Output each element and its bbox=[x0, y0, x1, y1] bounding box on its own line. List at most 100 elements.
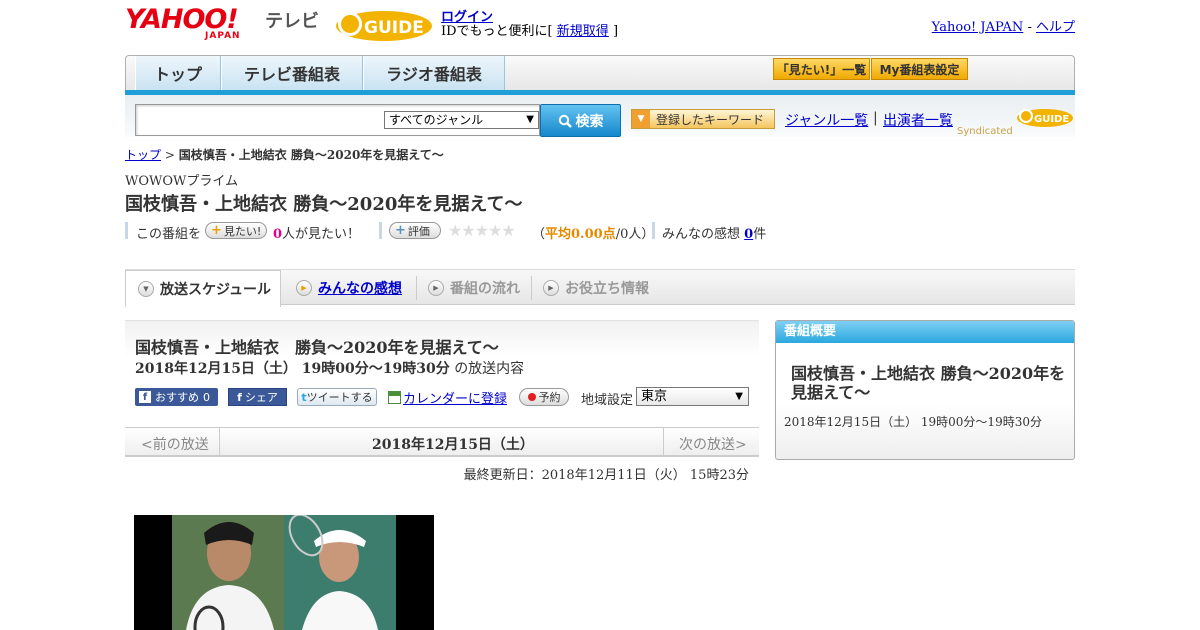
help-link[interactable]: ヘルプ bbox=[1036, 20, 1075, 35]
want-stat-prefix: この番組を bbox=[136, 227, 202, 242]
id-promo-text: IDでもっと便利に[ 新規取得 ] bbox=[441, 20, 618, 39]
yahoo-japan-logo[interactable]: YAHOO! JAPAN bbox=[125, 6, 263, 42]
gguide-small-logo-icon: GUIDE bbox=[1016, 109, 1073, 127]
want-to-watch-button[interactable]: + 見たい! bbox=[205, 222, 268, 239]
gguide-logo-text: GUIDE bbox=[364, 18, 424, 38]
want-list-button[interactable]: 「見たい!」一覧 bbox=[773, 58, 870, 80]
calendar-icon bbox=[388, 390, 401, 404]
yahoo-japan-link[interactable]: Yahoo! JAPAN bbox=[932, 20, 1024, 35]
schedule-title: 国枝慎吾・上地結衣 勝負～2020年を見据えて～ bbox=[135, 338, 499, 357]
previous-broadcast-link[interactable]: <前の放送 bbox=[141, 434, 209, 454]
breadcrumb-top-link[interactable]: トップ bbox=[125, 148, 161, 162]
tab-useful-info-label: お役立ち情報 bbox=[565, 281, 649, 297]
channel-name: WOWOWプライム bbox=[125, 174, 239, 189]
facebook-recommend-count: 0 bbox=[203, 390, 210, 404]
syndicated-gguide-badge: Syndicated GUIDE bbox=[957, 106, 1074, 137]
reserve-button[interactable]: 予約 bbox=[519, 388, 569, 406]
program-overview-heading: 番組概要 bbox=[776, 321, 1074, 343]
play-icon: ▶ bbox=[428, 280, 444, 296]
pager-separator bbox=[219, 428, 220, 456]
plus-icon: + bbox=[395, 223, 406, 238]
tab-reviews[interactable]: ▶ みんなの感想 bbox=[296, 270, 402, 306]
tab-program-flow-label: 番組の流れ bbox=[450, 281, 520, 297]
want-count-text: 0人が見たい！ bbox=[273, 223, 360, 242]
cast-list-link[interactable]: 出演者一覧 bbox=[883, 110, 953, 130]
add-to-calendar-link[interactable]: カレンダーに登録 bbox=[403, 388, 507, 407]
plus-icon: + bbox=[211, 223, 222, 238]
schedule-datetime-value: 2018年12月15日（土） 19時00分～19時30分 bbox=[135, 361, 450, 377]
tab-broadcast-schedule[interactable]: ▼ 放送スケジュール bbox=[125, 270, 281, 307]
reviews-label: みんなの感想 bbox=[662, 227, 741, 242]
breadcrumb-current: 国枝慎吾・上地結衣 勝負～2020年を見据えて～ bbox=[178, 148, 444, 162]
want-to-watch-label: 見たい! bbox=[223, 224, 262, 238]
reserve-button-label: 予約 bbox=[538, 391, 561, 404]
add-to-calendar[interactable]: カレンダーに登録 bbox=[388, 388, 507, 407]
tab-useful-info[interactable]: ▶ お役立ち情報 bbox=[543, 270, 649, 306]
header-links: Yahoo! JAPAN - ヘルプ bbox=[932, 16, 1075, 35]
chevron-down-icon: ▼ bbox=[526, 114, 534, 125]
average-rating-score: 平均0.00点 bbox=[545, 227, 616, 242]
facebook-recommend-button[interactable]: f おすすめ 0 bbox=[135, 388, 218, 406]
main-nav: トップ テレビ番組表 ラジオ番組表 「見たい!」一覧 My番組表設定 bbox=[125, 55, 1075, 95]
id-promo-pre: IDでもっと便利に[ bbox=[441, 24, 553, 39]
average-rating: （平均0.00点/0人） bbox=[532, 223, 654, 242]
rating-stars: ★★★★★ bbox=[448, 221, 516, 240]
nav-tab-top[interactable]: トップ bbox=[135, 56, 221, 90]
tv-label: テレビ bbox=[265, 11, 319, 32]
reviews-count-link[interactable]: 0 bbox=[744, 227, 753, 242]
page-title: 国枝慎吾・上地結衣 勝負～2020年を見据えて～ bbox=[125, 194, 523, 215]
next-broadcast-link[interactable]: 次の放送> bbox=[679, 434, 747, 454]
want-count: 0 bbox=[273, 227, 283, 242]
schedule-datetime: 2018年12月15日（土） 19時00分～19時30分 の放送内容 bbox=[135, 358, 524, 378]
gguide-small-logo-text: GUIDE bbox=[1034, 114, 1069, 125]
program-photo-image bbox=[134, 515, 434, 630]
nav-tab-radio-schedule[interactable]: ラジオ番組表 bbox=[363, 56, 505, 90]
registered-keywords-label: 登録したキーワード bbox=[656, 112, 765, 127]
facebook-icon: f bbox=[139, 391, 151, 403]
tab-separator bbox=[531, 276, 532, 300]
my-schedule-settings-button[interactable]: My番組表設定 bbox=[871, 58, 968, 80]
gguide-logo[interactable]: GUIDE bbox=[334, 6, 434, 42]
breadcrumb: トップ > 国枝慎吾・上地結衣 勝負～2020年を見据えて～ bbox=[125, 146, 444, 163]
play-icon: ▶ bbox=[543, 280, 559, 296]
average-rating-people: /0人） bbox=[615, 227, 655, 242]
stat-divider bbox=[652, 222, 655, 239]
dropdown-triangle-icon: ▼ bbox=[632, 110, 650, 128]
stat-divider bbox=[379, 222, 382, 239]
want-count-suffix: 人が見たい！ bbox=[282, 227, 361, 242]
search-icon bbox=[558, 114, 572, 128]
rate-button-label: 評価 bbox=[407, 224, 430, 238]
last-updated: 最終更新日：2018年12月11日（火） 15時23分 bbox=[463, 468, 749, 483]
reviews-stat: みんなの感想 0件 bbox=[662, 223, 766, 242]
pager-current-date: 2018年12月15日（土） bbox=[372, 437, 534, 453]
reviews-suffix: 件 bbox=[753, 227, 767, 242]
genre-select[interactable]: すべてのジャンル ▼ bbox=[384, 111, 539, 129]
tweet-button[interactable]: t ツイートする bbox=[297, 388, 377, 406]
region-select-value: 東京 bbox=[641, 389, 668, 404]
nav-tab-tv-schedule[interactable]: テレビ番組表 bbox=[221, 56, 363, 90]
tab-program-flow[interactable]: ▶ 番組の流れ bbox=[428, 270, 520, 306]
gguide-logo-icon: GUIDE bbox=[336, 11, 432, 41]
tab-reviews-label: みんなの感想 bbox=[318, 281, 402, 297]
tab-broadcast-schedule-label: 放送スケジュール bbox=[160, 282, 272, 298]
rate-button[interactable]: + 評価 bbox=[389, 222, 441, 239]
facebook-recommend-label: おすすめ bbox=[155, 391, 199, 404]
tweet-button-label: ツイートする bbox=[306, 391, 373, 404]
search-button[interactable]: 検索 bbox=[540, 104, 621, 137]
facebook-icon: f bbox=[237, 390, 242, 404]
program-overview-title: 国枝慎吾・上地結衣 勝負～2020年を見据えて～ bbox=[791, 364, 1066, 402]
genre-list-link[interactable]: ジャンル一覧 bbox=[785, 110, 868, 130]
signup-link[interactable]: 新規取得 bbox=[557, 24, 609, 39]
stat-divider bbox=[125, 222, 128, 239]
facebook-share-label: シェア bbox=[244, 391, 278, 404]
registered-keywords-button[interactable]: ▼ 登録したキーワード bbox=[631, 109, 775, 129]
program-photo bbox=[134, 515, 434, 630]
breadcrumb-separator: > bbox=[164, 148, 175, 162]
tab-separator bbox=[416, 276, 417, 300]
facebook-share-button[interactable]: f シェア bbox=[228, 388, 287, 406]
link-separator: | bbox=[873, 110, 878, 126]
genre-select-value: すべてのジャンル bbox=[389, 113, 484, 127]
yahoo-logo-text: YAHOO! bbox=[125, 4, 239, 35]
record-dot-icon bbox=[527, 393, 536, 401]
region-select[interactable]: 東京 ▼ bbox=[636, 387, 749, 406]
